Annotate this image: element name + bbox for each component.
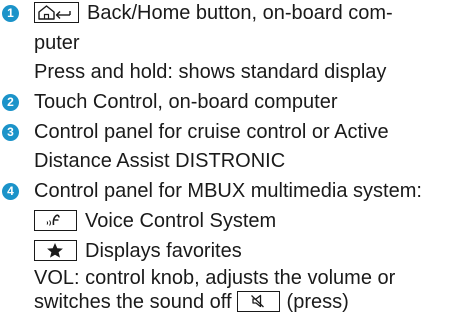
legend-item-4-line-5: switches the sound off (press) — [34, 290, 349, 314]
legend-item-4-line-2: Voice Control System — [34, 209, 276, 233]
vol-text-part-2: (press) — [286, 291, 349, 313]
legend-item-2-line-1: Touch Control, on-board computer — [34, 91, 338, 113]
legend-item-1-line-3: Press and hold: shows standard display — [34, 61, 387, 83]
legend-item-1-line-2: puter — [34, 32, 80, 54]
star-key-icon — [34, 240, 77, 261]
vol-text-part-1: switches the sound off — [34, 291, 232, 313]
voice-control-key-icon — [34, 210, 77, 231]
number-badge-3: 3 — [2, 124, 19, 141]
legend-item-4-line-3: Displays favorites — [34, 239, 242, 263]
legend-item-3-line-1: Control panel for cruise control or Acti… — [34, 121, 389, 143]
legend-item-1-line-1: Back/Home button, on-board com- — [34, 1, 393, 25]
favorites-text: Displays favorites — [85, 240, 242, 262]
number-badge-1: 1 — [2, 5, 19, 22]
legend-item-1-text-1: Back/Home button, on-board com- — [87, 2, 393, 24]
mute-key-icon — [236, 291, 280, 312]
number-badge-2: 2 — [2, 94, 19, 111]
legend-item-4-line-4: VOL: control knob, adjusts the volume or — [34, 267, 396, 289]
home-back-key-icon — [34, 2, 79, 23]
legend-item-3-line-2: Distance Assist DISTRONIC — [34, 150, 286, 172]
number-badge-4: 4 — [2, 183, 19, 200]
voice-control-text: Voice Control System — [85, 210, 277, 232]
legend-item-4-line-1: Control panel for MBUX multimedia system… — [34, 180, 422, 202]
